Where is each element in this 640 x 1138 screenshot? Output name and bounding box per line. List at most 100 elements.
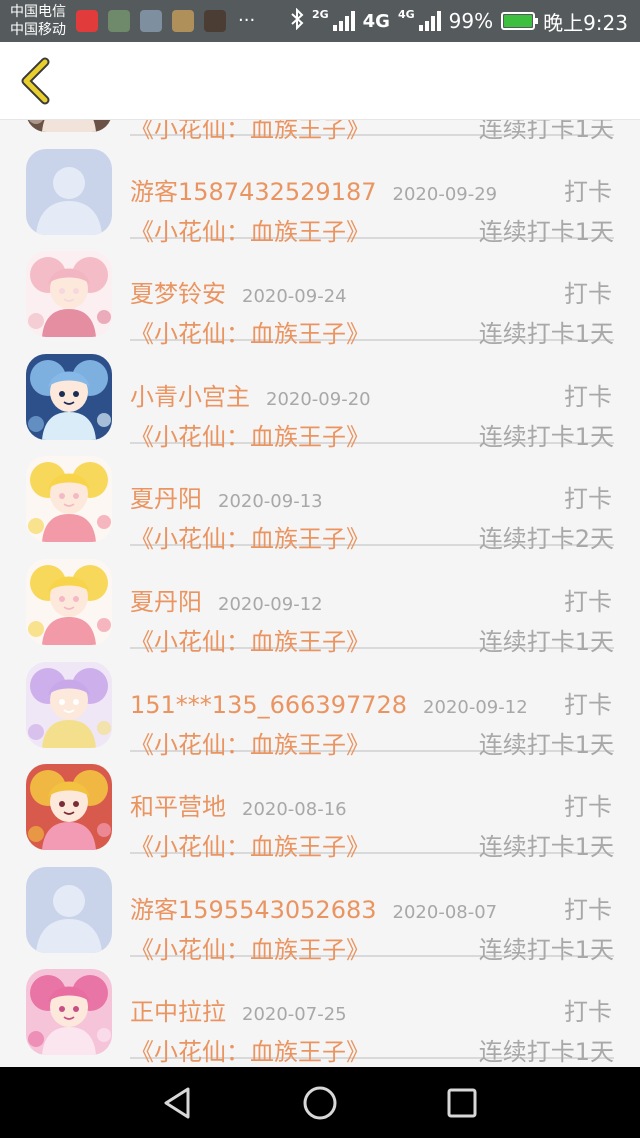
list-item[interactable]: 夏梦铃安 2020-09-24 打卡 《小花仙：血族王子》 连续打卡1天 — [0, 239, 640, 348]
list-item-header: 夏梦铃安 2020-09-24 打卡 — [130, 279, 614, 309]
avatar[interactable] — [26, 353, 112, 440]
name-date: 夏丹阳 2020-09-13 — [130, 484, 323, 517]
checkin-action-label: 打卡 — [564, 485, 612, 514]
name-date: 和平营地 2020-08-16 — [130, 792, 347, 825]
nav-home-button[interactable] — [298, 1081, 342, 1125]
checkin-date: 2020-09-12 — [218, 593, 323, 615]
list-item-body: 打卡 《小花仙：血族王子》 连续打卡1天 — [130, 120, 614, 143]
avatar[interactable] — [26, 969, 112, 1056]
list-item[interactable]: 正中拉拉 2020-07-25 打卡 《小花仙：血族王子》 连续打卡1天 — [0, 957, 640, 1066]
bluetooth-icon — [290, 7, 304, 35]
name-date: 游客1587432529187 2020-09-29 — [130, 177, 497, 210]
checkin-date: 2020-09-13 — [218, 491, 323, 513]
clock: 晚上9:23 — [543, 10, 628, 35]
more-notifications-icon: ··· — [238, 10, 256, 31]
checkin-action-label: 打卡 — [564, 382, 612, 411]
list-item-header: 游客1587432529187 2020-09-29 打卡 — [130, 177, 614, 207]
checkin-action-label: 打卡 — [564, 690, 612, 719]
nav-back-button[interactable] — [156, 1081, 200, 1125]
list-item-header: 小青小宫主 2020-09-20 打卡 — [130, 382, 614, 412]
username[interactable]: 游客1595543052683 — [130, 896, 377, 924]
carrier-labels: 中国电信 中国移动 — [10, 3, 66, 39]
status-indicators: 2G 4G 4G 99% 晚上9:23 — [290, 0, 628, 42]
network-type-4g-small: 4G — [397, 7, 415, 21]
list-item[interactable]: 打卡 《小花仙：血族王子》 连续打卡1天 — [0, 120, 640, 143]
name-date: 游客1595543052683 2020-08-07 — [130, 895, 497, 928]
system-nav-bar — [0, 1067, 640, 1138]
name-date: 小青小宫主 2020-09-20 — [130, 382, 371, 415]
name-date: 夏梦铃安 2020-09-24 — [130, 279, 347, 312]
carrier-1: 中国电信 — [10, 4, 66, 20]
app-notification-icon — [140, 10, 162, 32]
list-item[interactable]: 游客1587432529187 2020-09-29 打卡 《小花仙：血族王子》 … — [0, 137, 640, 246]
app-notification-icon — [108, 10, 130, 32]
checkin-list-items: 打卡 《小花仙：血族王子》 连续打卡1天 游客1587432529187 2020… — [0, 120, 640, 1066]
battery-percent: 99% — [448, 9, 494, 33]
username[interactable]: 夏丹阳 — [130, 588, 202, 616]
avatar[interactable] — [26, 251, 112, 338]
name-date: 夏丹阳 2020-09-12 — [130, 587, 323, 620]
streak-label: 连续打卡1天 — [478, 1038, 614, 1067]
name-date: 151***135_666397728 2020-09-12 — [130, 690, 528, 723]
username[interactable]: 夏梦铃安 — [130, 280, 226, 308]
list-item[interactable]: 和平营地 2020-08-16 打卡 《小花仙：血族王子》 连续打卡1天 — [0, 752, 640, 861]
list-item-header: 151***135_666397728 2020-09-12 打卡 — [130, 690, 614, 720]
battery-icon — [501, 12, 539, 30]
checkin-date: 2020-09-20 — [266, 388, 371, 410]
checkin-action-label: 打卡 — [564, 587, 612, 616]
triangle-back-icon — [164, 1087, 190, 1119]
list-item-header: 夏丹阳 2020-09-13 打卡 — [130, 484, 614, 514]
checkin-date: 2020-09-29 — [392, 183, 498, 205]
avatar[interactable] — [26, 764, 112, 851]
chevron-left-icon — [21, 57, 50, 105]
circle-home-icon — [303, 1086, 337, 1120]
name-date: 正中拉拉 2020-07-25 — [130, 997, 347, 1030]
list-item[interactable]: 夏丹阳 2020-09-13 打卡 《小花仙：血族王子》 连续打卡2天 — [0, 444, 640, 553]
username[interactable]: 和平营地 — [130, 793, 226, 821]
username[interactable]: 151***135_666397728 — [130, 691, 407, 719]
checkin-list[interactable]: 打卡 《小花仙：血族王子》 连续打卡1天 游客1587432529187 2020… — [0, 120, 640, 1067]
checkin-action-label: 打卡 — [564, 280, 612, 309]
list-item-body: 游客1595543052683 2020-08-07 打卡 《小花仙：血族王子》 … — [130, 855, 614, 964]
list-item[interactable]: 夏丹阳 2020-09-12 打卡 《小花仙：血族王子》 连续打卡1天 — [0, 547, 640, 656]
network-type-2g: 2G — [311, 7, 329, 21]
list-item[interactable]: 小青小宫主 2020-09-20 打卡 《小花仙：血族王子》 连续打卡1天 — [0, 342, 640, 451]
list-item-body: 正中拉拉 2020-07-25 打卡 《小花仙：血族王子》 连续打卡1天 — [130, 957, 614, 1066]
list-item-header: 正中拉拉 2020-07-25 打卡 — [130, 997, 614, 1027]
username[interactable]: 夏丹阳 — [130, 485, 202, 513]
status-bar: 中国电信 中国移动 ··· 2G 4G 4G 99% 晚上9:23 — [0, 0, 640, 42]
list-item-body: 游客1587432529187 2020-09-29 打卡 《小花仙：血族王子》 … — [130, 137, 614, 246]
list-item-header: 和平营地 2020-08-16 打卡 — [130, 792, 614, 822]
signal-icon — [418, 11, 441, 31]
carrier-2: 中国移动 — [10, 22, 66, 38]
checkin-date: 2020-08-16 — [242, 799, 347, 821]
list-item-body: 小青小宫主 2020-09-20 打卡 《小花仙：血族王子》 连续打卡1天 — [130, 342, 614, 451]
list-item-body: 和平营地 2020-08-16 打卡 《小花仙：血族王子》 连续打卡1天 — [130, 752, 614, 861]
list-item-body: 夏丹阳 2020-09-13 打卡 《小花仙：血族王子》 连续打卡2天 — [130, 444, 614, 553]
app-header — [0, 42, 640, 120]
avatar[interactable] — [26, 456, 112, 543]
book-title-link[interactable]: 《小花仙：血族王子》 — [130, 1037, 370, 1067]
checkin-action-label: 打卡 — [564, 793, 612, 822]
list-item[interactable]: 151***135_666397728 2020-09-12 打卡 《小花仙：血族… — [0, 650, 640, 759]
list-item[interactable]: 游客1595543052683 2020-08-07 打卡 《小花仙：血族王子》 … — [0, 855, 640, 964]
app-notification-icon — [76, 10, 98, 32]
list-item-body: 151***135_666397728 2020-09-12 打卡 《小花仙：血族… — [130, 650, 614, 759]
avatar[interactable] — [26, 148, 112, 235]
checkin-date: 2020-07-25 — [242, 1004, 347, 1026]
checkin-action-label: 打卡 — [564, 895, 612, 924]
avatar[interactable] — [26, 558, 112, 645]
back-button[interactable] — [10, 54, 60, 108]
avatar[interactable] — [26, 661, 112, 748]
username[interactable]: 游客1587432529187 — [130, 178, 377, 206]
checkin-action-label: 打卡 — [564, 998, 612, 1027]
list-item-body: 夏丹阳 2020-09-12 打卡 《小花仙：血族王子》 连续打卡1天 — [130, 547, 614, 656]
username[interactable]: 正中拉拉 — [130, 998, 226, 1026]
list-item-header: 游客1595543052683 2020-08-07 打卡 — [130, 895, 614, 925]
nav-recents-button[interactable] — [440, 1081, 484, 1125]
username[interactable]: 小青小宫主 — [130, 383, 250, 411]
avatar[interactable] — [26, 866, 112, 953]
checkin-date: 2020-09-12 — [423, 696, 528, 718]
signal-icon — [332, 11, 355, 31]
avatar[interactable] — [26, 120, 112, 132]
